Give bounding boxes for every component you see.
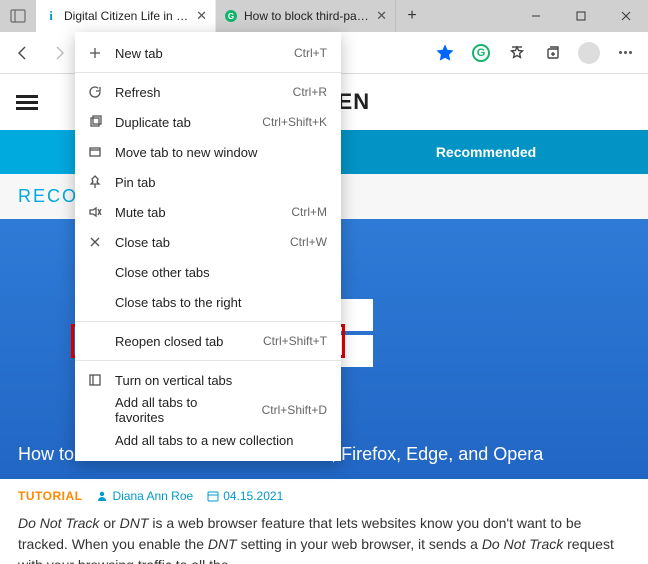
minimize-button[interactable] xyxy=(513,0,558,32)
tab-close-icon[interactable]: ✕ xyxy=(376,8,387,24)
back-button[interactable] xyxy=(6,36,40,70)
context-menu-item-add-all-tabs-to-favorites[interactable]: Add all tabs to favorites Ctrl+Shift+D xyxy=(75,395,341,425)
article-author[interactable]: Diana Ann Roe xyxy=(96,489,193,503)
blank-icon xyxy=(87,294,103,310)
context-menu-shortcut: Ctrl+Shift+D xyxy=(262,403,327,417)
context-menu-label: Add all tabs to a new collection xyxy=(115,433,315,448)
context-menu-label: Reopen closed tab xyxy=(115,334,251,349)
movewin-icon xyxy=(87,144,103,160)
mute-icon xyxy=(87,204,103,220)
context-menu-label: Duplicate tab xyxy=(115,115,250,130)
category-tab-recommended[interactable]: Recommended xyxy=(324,130,648,174)
profile-button[interactable] xyxy=(572,36,606,70)
maximize-button[interactable] xyxy=(558,0,603,32)
context-menu-item-mute-tab[interactable]: Mute tab Ctrl+M xyxy=(75,197,341,227)
context-menu-item-refresh[interactable]: Refresh Ctrl+R xyxy=(75,77,341,107)
blank-icon xyxy=(87,432,103,448)
blank-icon xyxy=(87,264,103,280)
context-menu-shortcut: Ctrl+M xyxy=(291,205,327,219)
article-meta: TUTORIAL Diana Ann Roe 04.15.2021 xyxy=(0,479,648,509)
tab-context-menu: New tab Ctrl+T Refresh Ctrl+R Duplicate tab C… xyxy=(75,32,341,461)
context-menu-label: Close other tabs xyxy=(115,265,315,280)
context-menu-label: Pin tab xyxy=(115,175,315,190)
context-menu-item-reopen-closed-tab[interactable]: Reopen closed tab Ctrl+Shift+T xyxy=(75,326,341,356)
tab-0[interactable]: i Digital Citizen Life in a digital wo ✕ xyxy=(36,0,216,32)
context-menu-label: Move tab to new window xyxy=(115,145,315,160)
tab-close-icon[interactable]: ✕ xyxy=(196,8,207,24)
context-menu-item-move-tab-to-new-window[interactable]: Move tab to new window xyxy=(75,137,341,167)
context-menu-item-close-other-tabs[interactable]: Close other tabs xyxy=(75,257,341,287)
context-menu-item-pin-tab[interactable]: Pin tab xyxy=(75,167,341,197)
context-menu-label: Add all tabs to favorites xyxy=(115,395,250,425)
collections-button[interactable] xyxy=(536,36,570,70)
context-menu-label: Turn on vertical tabs xyxy=(115,373,315,388)
tab-1[interactable]: G How to block third-party cookies ✕ xyxy=(216,0,396,32)
context-menu-item-turn-on-vertical-tabs[interactable]: Turn on vertical tabs xyxy=(75,365,341,395)
blank-icon xyxy=(87,333,103,349)
article-tag: TUTORIAL xyxy=(18,489,82,503)
pin-icon xyxy=(87,174,103,190)
context-menu-shortcut: Ctrl+Shift+K xyxy=(262,115,327,129)
forward-button[interactable] xyxy=(42,36,76,70)
context-menu-label: Close tab xyxy=(115,235,278,250)
window-titlebar: i Digital Citizen Life in a digital wo ✕… xyxy=(0,0,648,32)
context-menu-shortcut: Ctrl+R xyxy=(293,85,327,99)
favorite-star-icon[interactable] xyxy=(428,36,462,70)
blank-icon xyxy=(87,402,103,418)
context-menu-separator xyxy=(75,72,341,73)
plus-icon xyxy=(87,45,103,61)
refresh-icon xyxy=(87,84,103,100)
context-menu-shortcut: Ctrl+Shift+T xyxy=(263,334,327,348)
context-menu-item-new-tab[interactable]: New tab Ctrl+T xyxy=(75,38,341,68)
context-menu-shortcut: Ctrl+T xyxy=(294,46,327,60)
context-menu-label: Mute tab xyxy=(115,205,279,220)
context-menu-item-add-all-tabs-to-a-new-collection[interactable]: Add all tabs to a new collection xyxy=(75,425,341,455)
duplicate-icon xyxy=(87,114,103,130)
article-date: 04.15.2021 xyxy=(207,489,283,503)
context-menu-shortcut: Ctrl+W xyxy=(290,235,327,249)
favorites-button[interactable] xyxy=(500,36,534,70)
vtabs-icon xyxy=(87,372,103,388)
extension-icon[interactable]: G xyxy=(464,36,498,70)
article-excerpt: Do Not Track or DNT is a web browser fea… xyxy=(0,509,648,564)
context-menu-label: Refresh xyxy=(115,85,281,100)
hamburger-icon[interactable] xyxy=(16,92,38,113)
context-menu-item-close-tabs-to-the-right[interactable]: Close tabs to the right xyxy=(75,287,341,317)
context-menu-label: New tab xyxy=(115,46,282,61)
tab-title: Digital Citizen Life in a digital wo xyxy=(64,9,190,23)
context-menu-item-close-tab[interactable]: Close tab Ctrl+W xyxy=(75,227,341,257)
tabs-row: i Digital Citizen Life in a digital wo ✕… xyxy=(36,0,513,32)
window-controls xyxy=(513,0,648,32)
close-icon xyxy=(87,234,103,250)
new-tab-button[interactable]: + xyxy=(396,0,428,32)
vertical-tabs-button[interactable] xyxy=(0,0,36,32)
favicon-generic: G xyxy=(224,9,238,23)
tab-title: How to block third-party cookies xyxy=(244,9,370,23)
context-menu-item-duplicate-tab[interactable]: Duplicate tab Ctrl+Shift+K xyxy=(75,107,341,137)
context-menu-separator xyxy=(75,360,341,361)
context-menu-label: Close tabs to the right xyxy=(115,295,315,310)
context-menu-separator xyxy=(75,321,341,322)
settings-menu-button[interactable] xyxy=(608,36,642,70)
favicon-digital-citizen: i xyxy=(44,9,58,23)
close-window-button[interactable] xyxy=(603,0,648,32)
